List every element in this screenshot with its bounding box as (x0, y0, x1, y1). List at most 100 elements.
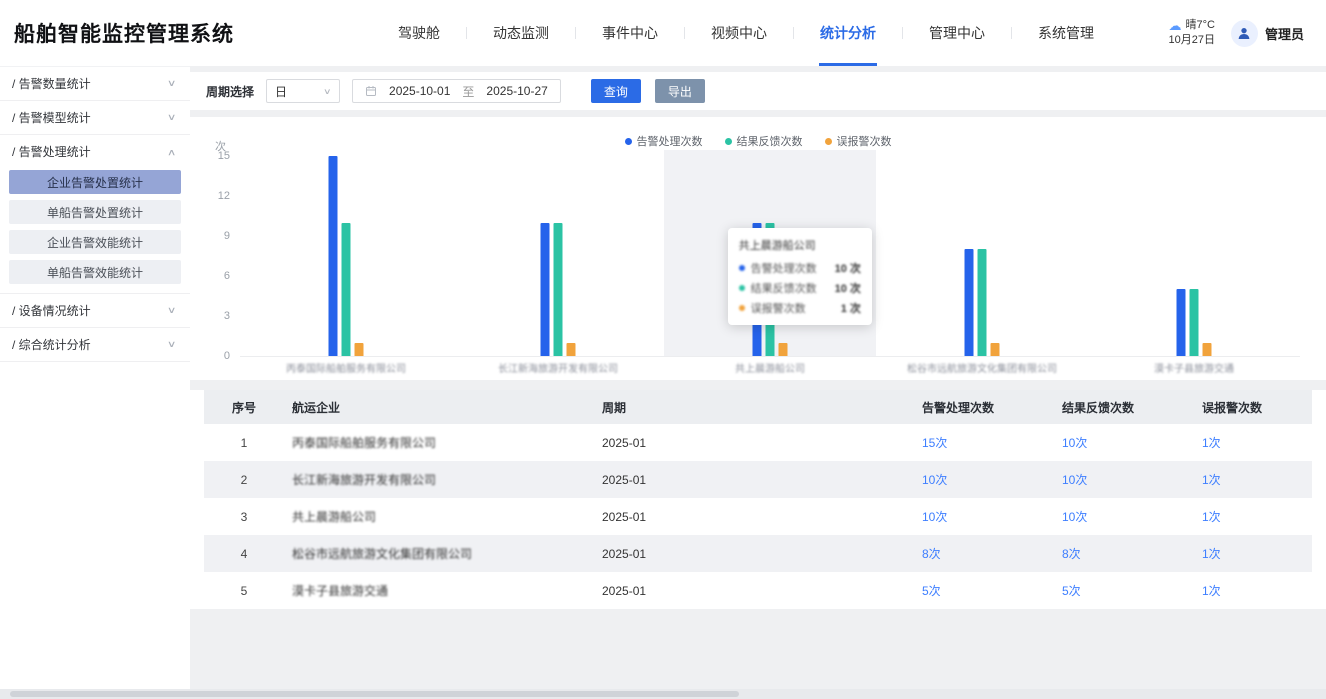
row-index: 2 (204, 461, 284, 498)
bar[interactable] (779, 343, 788, 356)
user-menu[interactable]: 管理员 (1231, 20, 1304, 47)
false-count-link[interactable]: 1次 (1202, 584, 1221, 598)
false-count-link[interactable]: 1次 (1202, 510, 1221, 524)
bar[interactable] (978, 249, 987, 356)
bar-group (329, 156, 364, 356)
bar[interactable] (567, 343, 576, 356)
nav-item-5[interactable]: 统计分析 (794, 0, 902, 66)
table-row: 4松谷市远航旅游文化集团有限公司2025-018次8次1次 (204, 535, 1312, 572)
bar[interactable] (1203, 343, 1212, 356)
bar[interactable] (541, 223, 550, 356)
sidebar-subitem[interactable]: 企业告警效能统计 (9, 230, 181, 254)
sidebar-group-header[interactable]: / 告警模型统计∨ (0, 101, 190, 134)
period-cell: 2025-01 (594, 572, 914, 609)
date-end-value: 2025-10-27 (486, 84, 547, 98)
top-header: 船舶智能监控管理系统 驾驶舱动态监测事件中心视频中心统计分析管理中心系统管理 ☁… (0, 0, 1326, 66)
sidebar-group-header[interactable]: / 综合统计分析∨ (0, 328, 190, 361)
false-count-link[interactable]: 1次 (1202, 547, 1221, 561)
feedback-count-link[interactable]: 10次 (1062, 473, 1087, 487)
nav-item-6[interactable]: 管理中心 (903, 0, 1011, 66)
feedback-count-link[interactable]: 5次 (1062, 584, 1081, 598)
row-index: 1 (204, 424, 284, 461)
feedback-count-link-cell: 10次 (1054, 424, 1194, 461)
sidebar-group-label: / 设备情况统计 (12, 302, 91, 319)
bar[interactable] (355, 343, 364, 356)
chevron-down-icon: ∨ (323, 86, 332, 96)
date-range-picker[interactable]: 2025-10-01 至 2025-10-27 (352, 79, 561, 103)
sidebar-group-header[interactable]: / 设备情况统计∨ (0, 294, 190, 327)
sidebar-subitem[interactable]: 企业告警处置统计 (9, 170, 181, 194)
handle-count-link-cell: 15次 (914, 424, 1054, 461)
false-count-link[interactable]: 1次 (1202, 436, 1221, 450)
sidebar-subitem[interactable]: 单船告警处置统计 (9, 200, 181, 224)
tooltip-dot-icon (739, 285, 745, 291)
legend-item[interactable]: 结果反馈次数 (725, 133, 803, 149)
false-count-link[interactable]: 1次 (1202, 473, 1221, 487)
horizontal-scrollbar[interactable] (0, 689, 1326, 699)
period-select-value: 日 (275, 83, 287, 100)
bar[interactable] (342, 223, 351, 356)
sidebar-subitem[interactable]: 单船告警效能统计 (9, 260, 181, 284)
legend-dot-icon (725, 138, 732, 145)
false-count-link-cell: 1次 (1194, 424, 1312, 461)
feedback-count-link[interactable]: 8次 (1062, 547, 1081, 561)
feedback-count-link-cell: 8次 (1054, 535, 1194, 572)
handle-count-link-cell: 8次 (914, 535, 1054, 572)
tooltip-row: 告警处理次数10 次 (739, 260, 861, 276)
handle-count-link[interactable]: 5次 (922, 584, 941, 598)
handle-count-link[interactable]: 15次 (922, 436, 947, 450)
sidebar-group-header[interactable]: / 告警处理统计∨ (0, 135, 190, 168)
main-nav: 驾驶舱动态监测事件中心视频中心统计分析管理中心系统管理 (372, 0, 1120, 66)
sidebar-group-2: / 告警模型统计∨ (0, 101, 190, 135)
bar-group (965, 156, 1000, 356)
nav-item-1[interactable]: 驾驶舱 (372, 0, 466, 66)
bar[interactable] (554, 223, 563, 356)
bar-group (541, 156, 576, 356)
user-name: 管理员 (1265, 24, 1304, 43)
header-right: ☁ 晴7°C 10月27日 管理员 (1169, 18, 1326, 48)
bar[interactable] (329, 156, 338, 356)
x-axis-label: 松谷市远航旅游文化集团有限公司 (907, 360, 1057, 375)
column-header: 告警处理次数 (914, 390, 1054, 424)
nav-item-2[interactable]: 动态监测 (467, 0, 575, 66)
legend-dot-icon (625, 138, 632, 145)
feedback-count-link-cell: 10次 (1054, 498, 1194, 535)
bar[interactable] (1177, 289, 1186, 356)
tooltip-label: 结果反馈次数 (751, 280, 817, 296)
tooltip-row: 结果反馈次数10 次 (739, 280, 861, 296)
date-to-label: 至 (462, 83, 474, 100)
feedback-count-link[interactable]: 10次 (1062, 510, 1087, 524)
export-button[interactable]: 导出 (655, 79, 705, 103)
table-row: 2长江新海旅游开发有限公司2025-0110次10次1次 (204, 461, 1312, 498)
sidebar-group-label: / 告警处理统计 (12, 143, 91, 160)
table-panel: 序号航运企业周期告警处理次数结果反馈次数误报警次数 1丙泰国际船舶服务有限公司2… (190, 390, 1326, 609)
period-select[interactable]: 日 ∨ (266, 79, 340, 103)
calendar-icon (365, 85, 377, 97)
handle-count-link-cell: 5次 (914, 572, 1054, 609)
nav-item-4[interactable]: 视频中心 (685, 0, 793, 66)
chart-tooltip: 共上晨游船公司 告警处理次数10 次结果反馈次数10 次误报警次数1 次 (728, 228, 872, 325)
table-row: 5漠卡子县旅游交通2025-015次5次1次 (204, 572, 1312, 609)
chart-legend: 告警处理次数 结果反馈次数 误报警次数 (190, 133, 1326, 149)
nav-item-3[interactable]: 事件中心 (576, 0, 684, 66)
legend-item[interactable]: 误报警次数 (825, 133, 892, 149)
bar[interactable] (991, 343, 1000, 356)
scrollbar-thumb[interactable] (10, 691, 739, 697)
bar[interactable] (1190, 289, 1199, 356)
row-index: 5 (204, 572, 284, 609)
feedback-count-link[interactable]: 10次 (1062, 436, 1087, 450)
legend-item[interactable]: 告警处理次数 (625, 133, 703, 149)
sidebar-group-header[interactable]: / 告警数量统计∨ (0, 67, 190, 100)
bar[interactable] (965, 249, 974, 356)
tooltip-dot-icon (739, 265, 745, 271)
period-cell: 2025-01 (594, 461, 914, 498)
table-body: 1丙泰国际船舶服务有限公司2025-0115次10次1次2长江新海旅游开发有限公… (204, 424, 1312, 609)
query-button[interactable]: 查询 (591, 79, 641, 103)
handle-count-link[interactable]: 8次 (922, 547, 941, 561)
false-count-link-cell: 1次 (1194, 498, 1312, 535)
handle-count-link[interactable]: 10次 (922, 473, 947, 487)
nav-item-7[interactable]: 系统管理 (1012, 0, 1120, 66)
legend-dot-icon (825, 138, 832, 145)
handle-count-link[interactable]: 10次 (922, 510, 947, 524)
chevron-down-icon: ∨ (167, 340, 177, 349)
